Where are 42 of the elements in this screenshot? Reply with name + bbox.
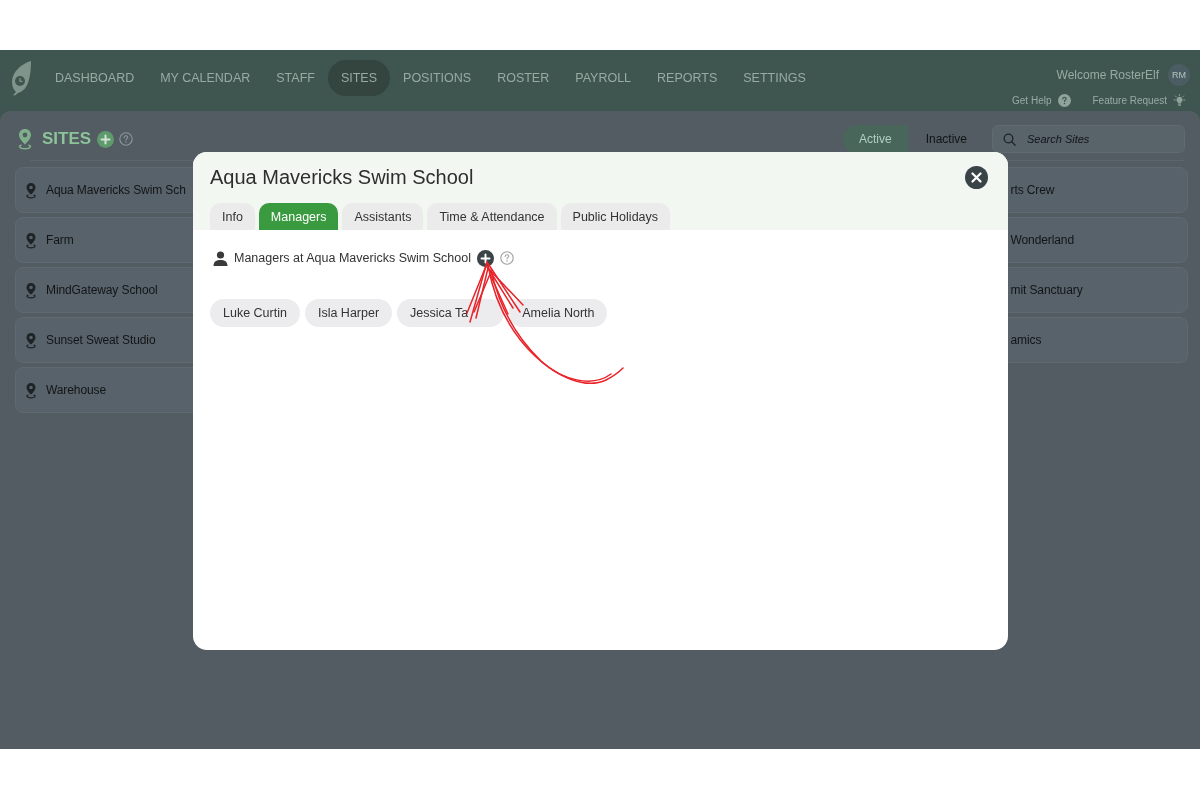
- manager-tag[interactable]: Isla Harper: [304, 299, 393, 327]
- nav-tab[interactable]: MY CALENDAR: [147, 60, 264, 96]
- close-button[interactable]: [965, 165, 988, 189]
- page-title: SITES: [42, 129, 92, 149]
- plus-icon[interactable]: [476, 249, 494, 267]
- dialog-tab[interactable]: Public Holidays: [560, 203, 671, 230]
- welcome-text: Welcome RosterElf: [1056, 68, 1159, 82]
- search-field[interactable]: Search Sites: [992, 125, 1185, 153]
- manager-tag[interactable]: Jessica Ta: [397, 299, 505, 327]
- user-avatar[interactable]: RM: [1168, 64, 1190, 86]
- filter-toggle[interactable]: Active: [842, 125, 908, 153]
- nav-tab[interactable]: SETTINGS: [730, 60, 819, 96]
- nav-tab[interactable]: POSITIONS: [390, 60, 485, 96]
- map-pin-icon: [25, 331, 37, 349]
- dialog-tab[interactable]: Assistants: [342, 203, 424, 230]
- dialog-tab[interactable]: Time & Attendance: [427, 203, 557, 230]
- dialog-tab[interactable]: Info: [210, 203, 255, 230]
- map-pin-icon: [25, 181, 37, 199]
- manager-tag[interactable]: Amelia North: [509, 299, 608, 327]
- filter-toggle[interactable]: Inactive: [907, 125, 985, 153]
- lightbulb-icon: [1173, 94, 1186, 107]
- search-icon: [1003, 132, 1016, 146]
- feature-request-link[interactable]: Feature Request: [1092, 94, 1186, 107]
- nav-tab[interactable]: DASHBOARD: [42, 60, 148, 96]
- nav-tab[interactable]: STAFF: [263, 60, 328, 96]
- person-icon: [213, 250, 228, 266]
- manager-tag[interactable]: Luke Curtin: [210, 299, 300, 327]
- dialog-title: Aqua Mavericks Swim School: [210, 165, 474, 189]
- nav-tab[interactable]: SITES: [327, 60, 391, 96]
- map-pin-icon: [17, 128, 33, 150]
- close-icon: [971, 171, 982, 183]
- help-icon: [1057, 94, 1071, 107]
- nav-tab[interactable]: PAYROLL: [562, 60, 645, 96]
- section-title: Managers at Aqua Mavericks Swim School: [234, 251, 471, 265]
- map-pin-icon: [25, 381, 37, 399]
- plus-icon[interactable]: [97, 130, 115, 148]
- help-link[interactable]: Get Help: [1012, 94, 1071, 107]
- dialog-tab[interactable]: Managers: [258, 203, 339, 230]
- nav-tab[interactable]: REPORTS: [644, 60, 731, 96]
- nav-tab[interactable]: ROSTER: [484, 60, 563, 96]
- map-pin-icon: [25, 281, 37, 299]
- map-pin-icon: [25, 231, 37, 249]
